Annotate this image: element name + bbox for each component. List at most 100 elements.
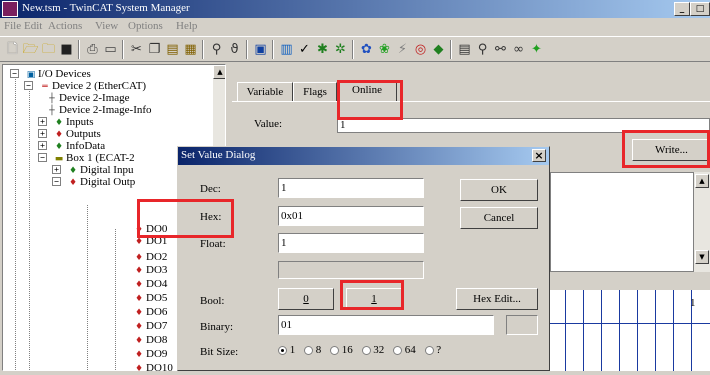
menu-edit[interactable]: Edit <box>24 20 42 32</box>
grid-cell-value: 1 <box>690 297 696 309</box>
binary-input[interactable]: 01 <box>278 315 494 335</box>
tree-connector <box>87 205 88 370</box>
tree-item-do10[interactable]: ♦ DO10 <box>132 362 173 374</box>
tab-variable[interactable]: Variable <box>237 82 293 102</box>
zoom-icon[interactable]: ◆ <box>430 41 447 58</box>
dec-input[interactable]: 1 <box>278 178 424 198</box>
collapse-toggle[interactable]: − <box>24 81 33 90</box>
expand-toggle[interactable]: + <box>52 165 61 174</box>
bool-label: Bool: <box>200 295 225 307</box>
tree-item-label: Box 1 (ECAT-2 <box>66 152 135 164</box>
find-icon[interactable]: ⚲ <box>208 41 225 58</box>
expand-toggle[interactable]: + <box>38 117 47 126</box>
tree-item-label: InfoData <box>66 140 106 152</box>
collapse-toggle[interactable]: − <box>38 153 47 162</box>
dialog-title: Set Value Dialog <box>181 149 256 161</box>
tree-item-label: DO4 <box>146 278 168 290</box>
tree-item-do8[interactable]: ♦ DO8 <box>132 334 167 346</box>
new-icon[interactable]: 🗋 <box>4 41 21 58</box>
scroll-up-button[interactable]: ▲ <box>213 65 225 79</box>
tree-item-infodata[interactable]: + ♦ InfoData <box>34 140 105 152</box>
expand-toggle[interactable]: + <box>38 141 47 150</box>
radio-icon <box>361 345 371 355</box>
scroll-down-button[interactable]: ▼ <box>695 250 709 264</box>
radio-selected-icon <box>278 345 287 355</box>
tree-item-label: DO6 <box>146 306 168 318</box>
tree-item-outputs[interactable]: + ♦ Outputs <box>34 128 101 140</box>
tree-item-digital-inputs[interactable]: + ♦ Digital Inpu <box>48 164 133 176</box>
maximize-button[interactable]: □ <box>690 2 710 16</box>
print-icon[interactable]: ⎙ <box>84 41 101 58</box>
tree-item-do9[interactable]: ♦ DO9 <box>132 348 167 360</box>
bitsize-radio-8[interactable]: 8 <box>304 344 321 356</box>
panel-scrollbar[interactable]: ▲ ▼ <box>694 172 710 272</box>
menu-view[interactable]: View <box>95 20 118 32</box>
open-folder-icon[interactable]: 🗀 <box>40 41 57 58</box>
dialog-title-bar[interactable]: Set Value Dialog × <box>178 147 549 165</box>
config-mode-icon[interactable]: ❀ <box>376 41 393 58</box>
link-icon[interactable]: ⚯ <box>492 41 509 58</box>
bitsize-radio-auto[interactable]: ? <box>424 344 441 356</box>
ok-button[interactable]: OK <box>460 179 538 201</box>
menu-options[interactable]: Options <box>128 20 163 32</box>
tree-item-do3[interactable]: ♦ DO3 <box>132 264 167 276</box>
tree-item-device2[interactable]: − ═ Device 2 (EtherCAT) <box>20 80 146 92</box>
open-icon[interactable]: 🗁 <box>22 41 39 58</box>
menu-actions[interactable]: Actions <box>48 20 82 32</box>
print-preview-icon[interactable]: ▭ <box>102 41 119 58</box>
save-icon[interactable]: ■ <box>58 41 75 58</box>
collapse-toggle[interactable]: − <box>52 177 61 186</box>
search-icon[interactable]: ⚲ <box>474 41 491 58</box>
do-channel-icon: ♦ <box>134 294 144 304</box>
copy-icon[interactable]: ❐ <box>146 41 163 58</box>
float-input[interactable]: 1 <box>278 233 424 253</box>
check-icon[interactable]: ✓ <box>296 41 313 58</box>
tree-item-digital-outputs[interactable]: − ♦ Digital Outp <box>48 176 135 188</box>
tree-item-do5[interactable]: ♦ DO5 <box>132 292 167 304</box>
collapse-toggle[interactable]: − <box>10 69 19 78</box>
toolbar: 🗋 🗁 🗀 ■ ⎙ ▭ ✂ ❐ ▤ ▦ ⚲ ϑ ▣ ▥ ✓ ✱ ✲ ✿ ❀ ⚡ … <box>0 36 710 62</box>
generate-mappings-icon[interactable]: ▥ <box>278 41 295 58</box>
grid-icon[interactable]: ▣ <box>252 41 269 58</box>
login-icon[interactable]: ✿ <box>358 41 375 58</box>
tree-item-io-devices[interactable]: − ▣ I/O Devices <box>6 68 91 80</box>
find-next-icon[interactable]: ϑ <box>226 41 243 58</box>
toggle-icon[interactable]: ▤ <box>456 41 473 58</box>
tree-item-device2-image-info[interactable]: ┼ Device 2-Image-Info <box>45 104 151 116</box>
tab-flags[interactable]: Flags <box>293 82 337 102</box>
bitsize-radio-64[interactable]: 64 <box>393 344 416 356</box>
tree-item-box1[interactable]: − ▬ Box 1 (ECAT-2 <box>34 152 135 164</box>
glasses-icon[interactable]: ∞ <box>510 41 527 58</box>
tree-item-device2-image[interactable]: ┼ Device 2-Image <box>45 92 129 104</box>
scroll-up-button[interactable]: ▲ <box>695 174 709 188</box>
tree-item-inputs[interactable]: + ♦ Inputs <box>34 116 94 128</box>
menu-file[interactable]: File <box>4 20 21 32</box>
cut-icon[interactable]: ✂ <box>128 41 145 58</box>
tree-item-do2[interactable]: ♦ DO2 <box>132 251 167 263</box>
menu-help[interactable]: Help <box>176 20 197 32</box>
minimize-button[interactable]: _ <box>674 2 690 16</box>
scan-icon[interactable]: ⚡ <box>394 41 411 58</box>
bitsize-radio-32[interactable]: 32 <box>361 344 384 356</box>
grid-header <box>540 276 710 288</box>
hex-input[interactable]: 0x01 <box>278 206 424 226</box>
hex-edit-button[interactable]: Hex Edit... <box>456 288 538 310</box>
do-channel-icon: ♦ <box>134 364 144 374</box>
dialog-close-button[interactable]: × <box>532 149 546 162</box>
tree-item-do6[interactable]: ♦ DO6 <box>132 306 167 318</box>
paste-icon[interactable]: ▤ <box>164 41 181 58</box>
set-run-mode-icon[interactable]: ✲ <box>332 41 349 58</box>
activate-config-icon[interactable]: ✱ <box>314 41 331 58</box>
bitsize-radio-16[interactable]: 16 <box>330 344 353 356</box>
target-icon[interactable]: ◎ <box>412 41 429 58</box>
bool-0-button[interactable]: 0 <box>278 288 334 310</box>
bitsize-radio-1[interactable]: 1 <box>278 344 295 356</box>
paste-special-icon[interactable]: ▦ <box>182 41 199 58</box>
cancel-button[interactable]: Cancel <box>460 207 538 229</box>
tree-item-do4[interactable]: ♦ DO4 <box>132 278 167 290</box>
tree-item-do7[interactable]: ♦ DO7 <box>132 320 167 332</box>
green-icon[interactable]: ✦ <box>528 41 545 58</box>
toolbar-separator <box>202 40 204 59</box>
window-title-bar[interactable]: New.tsm - TwinCAT System Manager _ □ <box>0 0 710 18</box>
expand-toggle[interactable]: + <box>38 129 47 138</box>
